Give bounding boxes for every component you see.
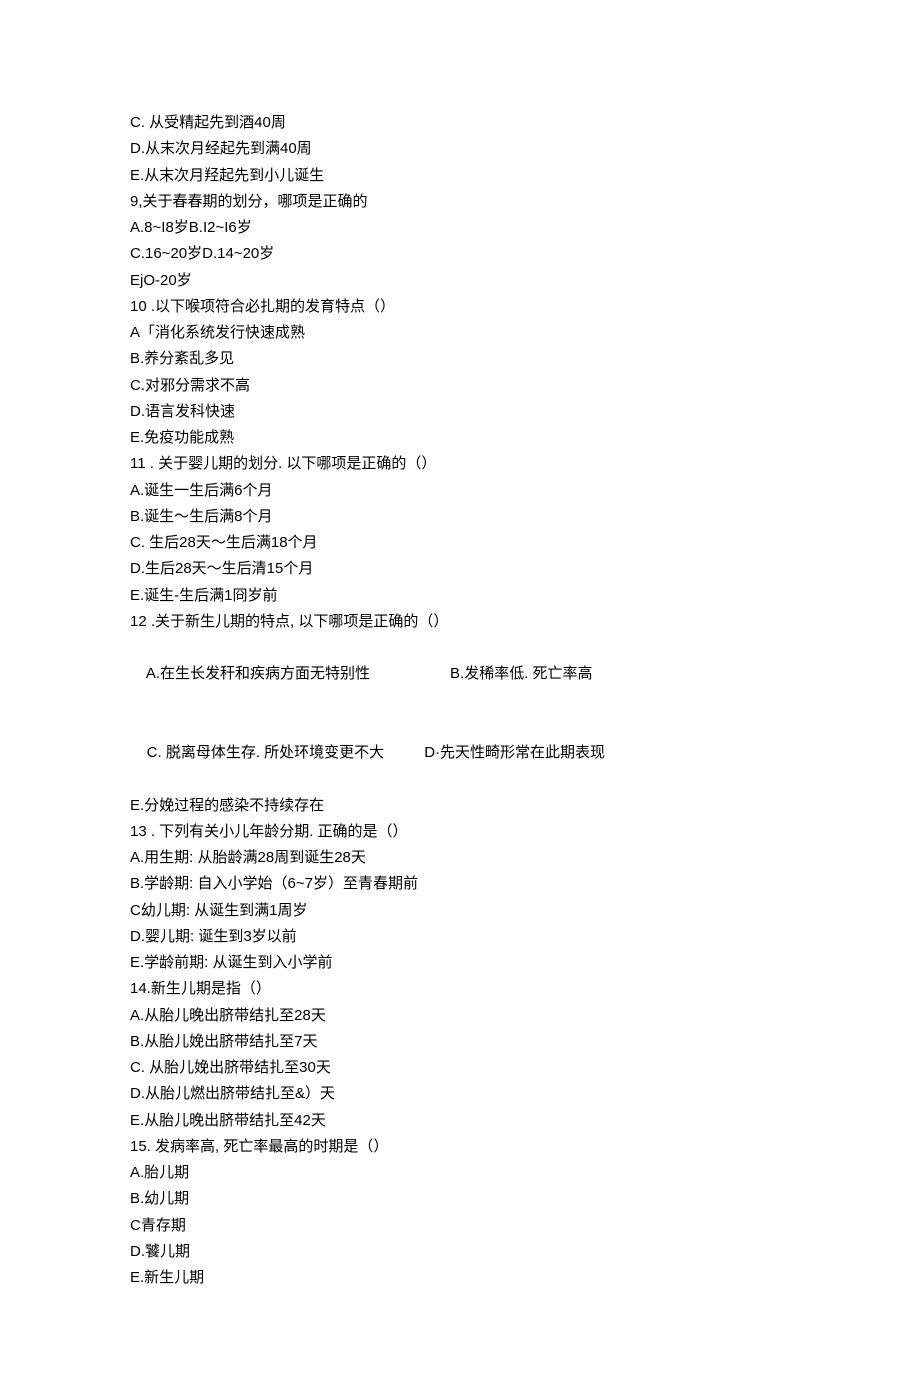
option-line: A.从胎儿晚出脐带结扎至28天 (130, 1003, 790, 1029)
option-line: E.学龄前期: 从诞生到入小学前 (130, 950, 790, 976)
option-line: D.饕儿期 (130, 1239, 790, 1265)
option-line: B.养分紊乱多见 (130, 346, 790, 372)
option-line: E.诞生-生后满1冏岁前 (130, 583, 790, 609)
option-c: C. 脱离母体生存. 所处环境变更不大 (147, 744, 385, 761)
option-line: E.从胎儿晚出脐带结扎至42天 (130, 1108, 790, 1134)
option-line: C. 从受精起先到酒40周 (130, 110, 790, 136)
option-line: C青存期 (130, 1213, 790, 1239)
option-line: D.语言发科快速 (130, 399, 790, 425)
question-line: 11 . 关于婴儿期的划分. 以下哪项是正确的（） (130, 451, 790, 477)
document-page: C. 从受精起先到酒40周 D.从末次月经起先到满40周 E.从末次月羟起先到小… (0, 0, 920, 1391)
question-line: 9,关于春春期的划分，哪项是正确的 (130, 189, 790, 215)
option-row: C. 脱离母体生存. 所处环境变更不大 D·先天性畸形常在此期表现 (130, 714, 790, 793)
option-line: E.分娩过程的感染不持续存在 (130, 793, 790, 819)
question-line: 12 .关于新生儿期的特点, 以下哪项是正确的（） (130, 609, 790, 635)
option-line: C. 从胎儿娩出脐带结扎至30天 (130, 1055, 790, 1081)
option-row: A.在生长发秆和疾病方面无特别性 B.发稀率低. 死亡率高 (130, 635, 790, 714)
option-line: B.诞生〜生后满8个月 (130, 504, 790, 530)
option-line: A.用生期: 从胎龄满28周到诞生28天 (130, 845, 790, 871)
option-line: A.8~I8岁B.I2~I6岁 (130, 215, 790, 241)
option-line: C幼儿期: 从诞生到满1周岁 (130, 898, 790, 924)
option-line: C.16~20岁D.14~20岁 (130, 241, 790, 267)
option-line: EjO-20岁 (130, 268, 790, 294)
question-line: 10 .以下喉项符合必扎期的发育特点（） (130, 294, 790, 320)
option-b: B.发稀率低. 死亡率高 (450, 665, 593, 682)
option-line: C. 生后28天〜生后满18个月 (130, 530, 790, 556)
option-line: E.免疫功能成熟 (130, 425, 790, 451)
option-line: D.从胎儿燃出脐带结扎至&）天 (130, 1081, 790, 1107)
question-line: 13 . 下列有关小儿年龄分期. 正确的是（） (130, 819, 790, 845)
option-line: D.生后28天〜生后清15个月 (130, 556, 790, 582)
option-line: D.从末次月经起先到满40周 (130, 136, 790, 162)
option-line: A.诞生一生后满6个月 (130, 478, 790, 504)
option-a: A.在生长发秆和疾病方面无特别性 (146, 665, 370, 682)
question-line: 14.新生儿期是指（） (130, 976, 790, 1002)
option-line: E.新生儿期 (130, 1265, 790, 1291)
option-d: D·先天性畸形常在此期表现 (424, 744, 605, 761)
option-line: B.学龄期: 自入小学始（6~7岁）至青春期前 (130, 871, 790, 897)
option-line: A「消化系统发行快速成熟 (130, 320, 790, 346)
option-line: D.婴儿期: 诞生到3岁以前 (130, 924, 790, 950)
option-line: C.对邪分需求不高 (130, 373, 790, 399)
option-line: E.从末次月羟起先到小儿诞生 (130, 163, 790, 189)
option-line: B.幼儿期 (130, 1186, 790, 1212)
option-line: A.胎儿期 (130, 1160, 790, 1186)
question-line: 15. 发病率高, 死亡率最高的时期是（） (130, 1134, 790, 1160)
option-line: B.从胎儿娩出脐带结扎至7天 (130, 1029, 790, 1055)
